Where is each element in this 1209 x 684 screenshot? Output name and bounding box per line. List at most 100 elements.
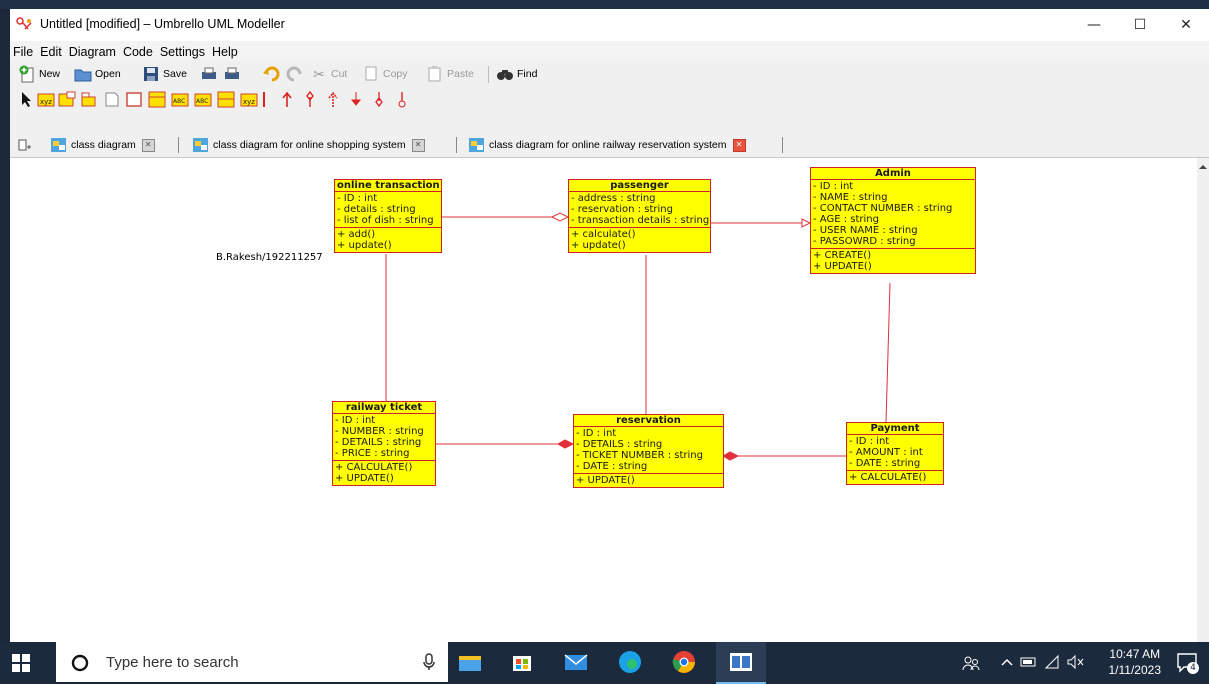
entity-tool-icon[interactable] <box>217 91 235 108</box>
tab-separator <box>178 137 179 153</box>
notification-center-button[interactable]: 4 <box>1175 650 1199 674</box>
class-diagram-icon <box>51 138 66 152</box>
system-clock[interactable]: 10:47 AM 1/11/2023 <box>1109 646 1162 678</box>
notification-count-badge: 4 <box>1187 662 1199 674</box>
volume-muted-icon[interactable] <box>1066 654 1084 670</box>
chrome-browser-icon[interactable] <box>670 648 698 676</box>
people-icon[interactable] <box>962 654 980 672</box>
chevron-up-icon[interactable] <box>1000 656 1014 668</box>
tab-separator <box>782 137 783 153</box>
class-payment[interactable]: Payment - ID : int - AMOUNT : int - DATE… <box>846 422 944 485</box>
tab-online-shopping[interactable]: class diagram for online shopping system… <box>192 135 425 155</box>
active-app-slot[interactable] <box>716 642 766 684</box>
interface-tool-icon[interactable]: ABC <box>171 91 189 108</box>
operation: + UPDATE() <box>813 261 872 272</box>
note-tool-icon[interactable] <box>103 91 121 108</box>
operation: + UPDATE() <box>576 475 635 486</box>
microsoft-store-icon[interactable] <box>508 648 536 676</box>
tab-close-icon[interactable]: ✕ <box>141 138 155 152</box>
open-label: Open <box>95 68 121 80</box>
composition-diamond <box>721 451 740 461</box>
attribute: - NAME : string <box>813 192 888 203</box>
tab-railway-reservation[interactable]: class diagram for online railway reserva… <box>468 135 746 155</box>
scroll-up-icon[interactable] <box>1197 161 1209 173</box>
association-down-icon[interactable] <box>347 91 365 108</box>
composition-down-icon[interactable] <box>370 91 388 108</box>
edge-browser-icon[interactable] <box>616 648 644 676</box>
select-arrow-icon[interactable] <box>18 91 36 108</box>
generalization-arrowhead <box>801 218 812 228</box>
menu-file[interactable]: File <box>10 42 37 59</box>
diagram-toolbar: xyz ABC ABC xyz <box>10 88 1209 110</box>
windows-start-icon[interactable] <box>12 654 30 672</box>
dependency-arrow-icon[interactable] <box>324 91 342 108</box>
class-reservation[interactable]: reservation - ID : int - DETAILS : strin… <box>573 414 724 488</box>
file-explorer-icon[interactable] <box>456 648 484 676</box>
template-tool-icon[interactable] <box>58 91 76 108</box>
paste-label: Paste <box>447 68 474 80</box>
association-line <box>885 282 891 423</box>
battery-icon[interactable] <box>1020 655 1038 669</box>
diagram-tab-bar: class diagram ✕ class diagram for online… <box>10 133 1209 158</box>
class-admin[interactable]: Admin - ID : int - NAME : string - CONTA… <box>810 167 976 274</box>
aggregation-arrow-icon[interactable] <box>301 91 319 108</box>
maximize-button[interactable]: ☐ <box>1117 9 1163 41</box>
attribute: - PASSOWRD : string <box>813 236 916 247</box>
operation: + add() <box>337 229 376 240</box>
find-button[interactable]: Find <box>496 64 537 84</box>
find-label: Find <box>517 68 538 80</box>
new-button[interactable]: New <box>18 64 60 84</box>
class-passenger[interactable]: passenger - address : string - reservati… <box>568 179 711 253</box>
package-tool-icon[interactable] <box>80 91 98 108</box>
class-railway-ticket[interactable]: railway ticket - ID : int - NUMBER : str… <box>332 401 436 486</box>
tab-label: class diagram for online shopping system <box>213 139 406 151</box>
close-button[interactable]: ✕ <box>1163 9 1209 41</box>
mail-icon[interactable] <box>562 648 590 676</box>
new-tab-icon[interactable] <box>16 137 32 153</box>
diagram-canvas[interactable]: B.Rakesh/192211257 online transaction - … <box>10 158 1209 642</box>
tab-class-diagram[interactable]: class diagram ✕ <box>50 135 155 155</box>
attribute: - TICKET NUMBER : string <box>576 450 703 461</box>
operations-section: + CALCULATE() + UPDATE() <box>333 461 435 485</box>
attribute: - DATE : string <box>576 461 648 472</box>
menu-edit[interactable]: Edit <box>37 42 66 59</box>
clock-time: 10:47 AM <box>1109 647 1161 661</box>
save-button[interactable]: Save <box>142 64 187 84</box>
title-bar: Untitled [modified] – Umbrello UML Model… <box>10 9 1209 41</box>
open-button[interactable]: Open <box>74 64 121 84</box>
tab-close-icon[interactable]: ✕ <box>411 138 425 152</box>
redo-icon[interactable] <box>286 65 304 83</box>
menu-diagram[interactable]: Diagram <box>66 42 120 59</box>
print-icon[interactable] <box>200 65 218 83</box>
class-tool-icon[interactable]: xyz <box>37 91 55 108</box>
umbrello-taskbar-icon <box>730 653 752 671</box>
vertical-scrollbar[interactable] <box>1197 158 1209 642</box>
menu-help[interactable]: Help <box>209 42 242 59</box>
box-tool-icon[interactable] <box>125 91 143 108</box>
datatype-tool-icon[interactable]: ABC <box>194 91 212 108</box>
undo-icon[interactable] <box>262 65 280 83</box>
attributes-section: - ID : int - AMOUNT : int - DATE : strin… <box>847 435 943 471</box>
paste-button[interactable]: Paste <box>426 64 474 84</box>
copy-icon <box>365 66 377 81</box>
attribute: - DETAILS : string <box>576 439 663 450</box>
containment-down-icon[interactable] <box>393 91 411 108</box>
menu-code[interactable]: Code <box>120 42 157 59</box>
copy-button[interactable]: Copy <box>362 64 408 84</box>
microphone-icon[interactable] <box>422 653 436 671</box>
generalization-arrow-icon[interactable] <box>278 91 296 108</box>
operation: + update() <box>571 240 626 251</box>
component-tool-icon[interactable]: xyz <box>240 91 258 108</box>
wifi-icon[interactable] <box>1044 654 1060 670</box>
class-name: railway ticket <box>333 402 435 414</box>
class-online-transaction[interactable]: online transaction - ID : int - details … <box>334 179 442 253</box>
minimize-button[interactable]: — <box>1071 9 1117 41</box>
menu-settings[interactable]: Settings <box>157 42 209 59</box>
enum-tool-icon[interactable] <box>148 91 166 108</box>
cut-button[interactable]: ✂ Cut <box>310 64 347 84</box>
attribute: - USER NAME : string <box>813 225 918 236</box>
tab-close-icon[interactable]: ✕ <box>732 138 746 152</box>
print-preview-icon[interactable] <box>223 65 241 83</box>
operation: + CALCULATE() <box>335 462 413 473</box>
taskbar-search-box[interactable]: Type here to search <box>56 642 448 682</box>
